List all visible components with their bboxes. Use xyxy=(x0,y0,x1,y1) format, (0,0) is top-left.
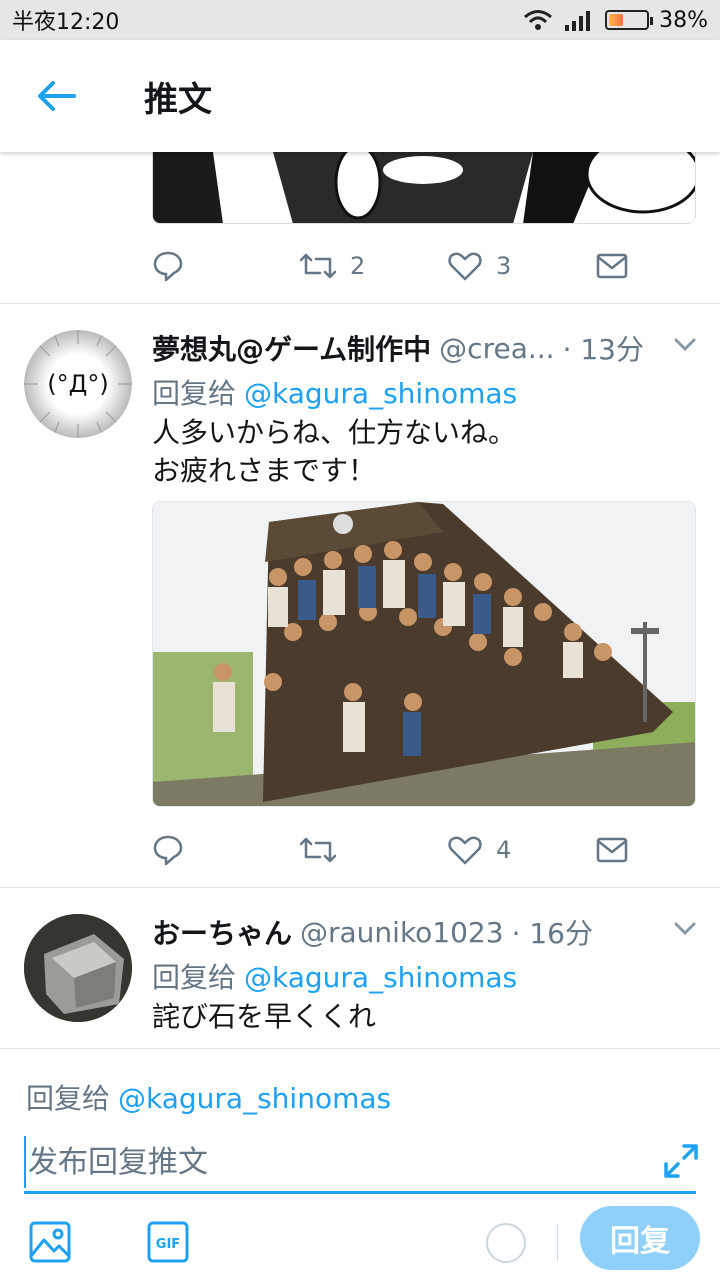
avatar[interactable]: (°Д°) xyxy=(24,330,132,438)
like-action[interactable]: 4 xyxy=(448,835,596,865)
gif-icon: GIF xyxy=(147,1221,189,1263)
image-icon xyxy=(29,1221,71,1263)
mention-link[interactable]: @kagura_shinomas xyxy=(244,961,517,994)
display-name[interactable]: 夢想丸@ゲーム制作中 xyxy=(152,328,431,368)
reply-context: 回复给 @kagura_shinomas xyxy=(152,956,517,996)
add-gif-button[interactable]: GIF xyxy=(146,1220,190,1268)
status-bar: 半夜12:20 38% xyxy=(0,0,720,40)
tweet-header: 夢想丸@ゲーム制作中 @crea... · 13分 xyxy=(152,328,652,368)
character-counter xyxy=(486,1223,526,1263)
tweet-text: 人多いからね、仕方ないね。 お疲れさまです！ xyxy=(152,416,517,487)
battery-icon xyxy=(605,10,654,30)
avatar-text: (°Д°) xyxy=(47,370,108,398)
reply-action[interactable] xyxy=(152,250,300,282)
arrow-left-icon xyxy=(38,81,76,111)
chevron-down-icon xyxy=(674,922,696,936)
gif-label: GIF xyxy=(156,1237,180,1252)
avatar-image: (°Д°) xyxy=(24,330,132,438)
envelope-icon xyxy=(596,253,628,279)
retweet-action[interactable]: 2 xyxy=(300,251,448,281)
like-count: 3 xyxy=(496,252,512,280)
reply-action[interactable] xyxy=(152,834,300,866)
avatar-image xyxy=(24,914,132,1022)
tweet-actions: 2 3 xyxy=(152,240,642,292)
comment-icon xyxy=(153,835,183,866)
envelope-icon xyxy=(596,837,628,863)
like-action[interactable]: 3 xyxy=(448,251,596,281)
signal-icon xyxy=(565,11,591,31)
dm-action[interactable] xyxy=(596,837,628,863)
composer-reply-context: 回复给 @kagura_shinomas xyxy=(26,1077,391,1117)
tweet-menu-button[interactable] xyxy=(668,912,702,946)
dm-action[interactable] xyxy=(596,253,628,279)
battery-percent: 38% xyxy=(659,7,708,33)
tweet-actions: 4 xyxy=(152,824,642,876)
expand-icon xyxy=(664,1144,698,1178)
reply-label: 回复给 xyxy=(152,377,237,410)
username[interactable]: @crea... xyxy=(439,332,554,365)
tweet-menu-button[interactable] xyxy=(668,328,702,362)
reply-label: 回复给 xyxy=(26,1082,111,1115)
reply-context: 回复给 @kagura_shinomas xyxy=(152,372,517,412)
retweet-action[interactable] xyxy=(300,835,448,865)
heart-icon xyxy=(448,252,482,281)
page-title: 推文 xyxy=(144,79,212,120)
back-button[interactable] xyxy=(0,40,112,152)
manga-image xyxy=(153,152,695,223)
tweet-text: 詫び石を早くくれ xyxy=(152,1000,377,1033)
tweet-image[interactable] xyxy=(152,152,696,224)
reply-label: 回复给 xyxy=(152,961,237,994)
comment-icon xyxy=(153,251,183,282)
display-name[interactable]: おーちゃん xyxy=(152,912,292,952)
toolbar-separator xyxy=(557,1224,558,1260)
reply-input[interactable] xyxy=(24,1136,674,1188)
tweet-header: おーちゃん @rauniko1023 · 16分 xyxy=(152,912,652,952)
timestamp: · 16分 xyxy=(511,917,593,950)
train-photo xyxy=(153,502,695,806)
top-app-bar: 推文 xyxy=(0,40,720,152)
mention-link[interactable]: @kagura_shinomas xyxy=(244,377,517,410)
retweet-icon xyxy=(300,253,336,279)
retweet-count: 2 xyxy=(350,252,366,280)
add-photo-button[interactable] xyxy=(28,1220,72,1268)
timestamp: · 13分 xyxy=(562,333,644,366)
input-underline xyxy=(24,1191,696,1194)
chevron-down-icon xyxy=(674,338,696,352)
wifi-icon xyxy=(524,10,553,30)
tweet-photo[interactable] xyxy=(152,501,696,807)
divider xyxy=(0,303,720,304)
heart-icon xyxy=(448,836,482,865)
tweet-thread[interactable]: 2 3 (°Д°) 夢想丸@ゲーム制作中 @crea... · 13分 回复给 … xyxy=(0,152,720,1048)
like-count: 4 xyxy=(496,836,512,864)
mention-link[interactable]: @kagura_shinomas xyxy=(118,1082,391,1115)
username[interactable]: @rauniko1023 xyxy=(300,916,504,949)
status-time: 半夜12:20 xyxy=(12,10,120,35)
divider xyxy=(0,887,720,888)
avatar[interactable] xyxy=(24,914,132,1022)
reply-button[interactable]: 回复 xyxy=(580,1206,700,1270)
retweet-icon xyxy=(300,837,336,863)
expand-button[interactable] xyxy=(662,1142,700,1180)
